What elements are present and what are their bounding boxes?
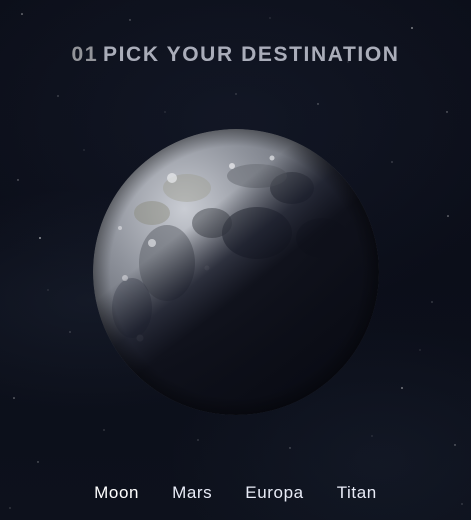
moon-illustration: [93, 129, 379, 415]
step-title: PICK YOUR DESTINATION: [103, 43, 400, 66]
destination-tabs: Moon Mars Europa Titan: [0, 483, 471, 503]
destination-image: [92, 128, 380, 416]
destination-page: 01 PICK YOUR DESTINATION Moon Mars Europ…: [0, 0, 471, 520]
tab-europa[interactable]: Europa: [245, 483, 303, 503]
step-number: 01: [71, 43, 99, 66]
tab-moon[interactable]: Moon: [94, 483, 139, 503]
page-heading: 01 PICK YOUR DESTINATION: [0, 43, 471, 67]
tab-mars[interactable]: Mars: [172, 483, 212, 503]
tab-titan[interactable]: Titan: [337, 483, 377, 503]
